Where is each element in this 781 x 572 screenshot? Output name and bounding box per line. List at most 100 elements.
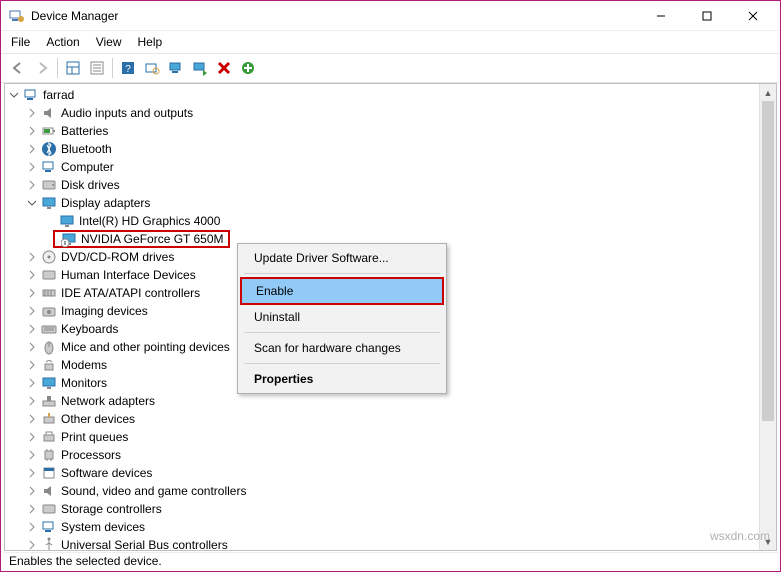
context-update-driver[interactable]: Update Driver Software... [240, 246, 444, 270]
menu-action[interactable]: Action [46, 35, 79, 49]
tree-label: Batteries [61, 122, 108, 140]
tree-label: Intel(R) HD Graphics 4000 [79, 212, 220, 230]
tree-item[interactable]: Universal Serial Bus controllers [7, 536, 776, 551]
forward-button[interactable] [31, 57, 53, 79]
minimize-button[interactable] [638, 1, 684, 31]
status-text: Enables the selected device. [9, 554, 162, 568]
titlebar: Device Manager [1, 1, 780, 31]
expand-icon[interactable] [25, 340, 39, 354]
update-driver-button[interactable] [165, 57, 187, 79]
expand-icon[interactable] [25, 124, 39, 138]
expand-icon[interactable] [25, 412, 39, 426]
tree-label: IDE ATA/ATAPI controllers [61, 284, 200, 302]
tree-label: Storage controllers [61, 500, 162, 518]
expand-icon[interactable] [25, 484, 39, 498]
mouse-icon [41, 339, 57, 355]
context-scan[interactable]: Scan for hardware changes [240, 336, 444, 360]
tree-item[interactable]: System devices [7, 518, 776, 536]
display-icon [41, 195, 57, 211]
uninstall-button[interactable] [213, 57, 235, 79]
scroll-thumb[interactable] [762, 101, 774, 421]
tree-item[interactable]: Network adapters [7, 392, 776, 410]
expand-icon[interactable] [25, 430, 39, 444]
tree-label: Other devices [61, 410, 135, 428]
expand-icon[interactable] [25, 448, 39, 462]
tree-item[interactable]: Storage controllers [7, 500, 776, 518]
tree-item[interactable]: Batteries [7, 122, 776, 140]
expand-icon[interactable] [25, 286, 39, 300]
tree-label: DVD/CD-ROM drives [61, 248, 174, 266]
expand-icon[interactable] [25, 160, 39, 174]
other-devices-icon [41, 411, 57, 427]
enable-device-button[interactable] [189, 57, 211, 79]
tree-item[interactable]: Disk drives [7, 176, 776, 194]
tree-item[interactable]: Software devices [7, 464, 776, 482]
tree-item[interactable]: Bluetooth [7, 140, 776, 158]
expand-icon[interactable] [25, 304, 39, 318]
expand-icon[interactable] [25, 502, 39, 516]
expand-icon[interactable] [25, 394, 39, 408]
expand-icon[interactable] [25, 322, 39, 336]
expand-icon[interactable] [25, 142, 39, 156]
sound-icon [41, 483, 57, 499]
monitor-icon [41, 375, 57, 391]
computer-icon [41, 159, 57, 175]
computer-icon [23, 87, 39, 103]
tree-item[interactable]: Print queues [7, 428, 776, 446]
menu-separator [244, 363, 440, 364]
menu-file[interactable]: File [11, 35, 30, 49]
close-button[interactable] [730, 1, 776, 31]
tree-item[interactable]: Processors [7, 446, 776, 464]
collapse-icon[interactable] [25, 196, 39, 210]
menu-help[interactable]: Help [138, 35, 163, 49]
context-properties[interactable]: Properties [240, 367, 444, 391]
properties-button[interactable] [86, 57, 108, 79]
battery-icon [41, 123, 57, 139]
window-title: Device Manager [31, 9, 638, 23]
expand-icon[interactable] [7, 88, 21, 102]
expand-icon[interactable] [25, 178, 39, 192]
tree-label: Monitors [61, 374, 107, 392]
tree-label: Keyboards [61, 320, 118, 338]
display-disabled-icon [61, 231, 77, 247]
back-button[interactable] [7, 57, 29, 79]
app-icon [9, 8, 25, 24]
tree-item[interactable]: Audio inputs and outputs [7, 104, 776, 122]
software-icon [41, 465, 57, 481]
menu-view[interactable]: View [96, 35, 122, 49]
tree-item[interactable]: Computer [7, 158, 776, 176]
tree-label: Sound, video and game controllers [61, 482, 246, 500]
toolbar: ? [1, 53, 780, 83]
expand-icon[interactable] [25, 538, 39, 551]
tree-item-display-adapters[interactable]: Display adapters [7, 194, 776, 212]
usb-icon [41, 537, 57, 551]
show-hide-tree-button[interactable] [62, 57, 84, 79]
selected-device: NVIDIA GeForce GT 650M [53, 230, 230, 248]
statusbar: Enables the selected device. [3, 552, 778, 569]
expand-icon[interactable] [25, 268, 39, 282]
expand-icon[interactable] [25, 520, 39, 534]
expand-icon[interactable] [25, 250, 39, 264]
context-enable[interactable]: Enable [242, 279, 442, 303]
tree-item[interactable]: Other devices [7, 410, 776, 428]
maximize-button[interactable] [684, 1, 730, 31]
expand-icon[interactable] [25, 466, 39, 480]
help-button[interactable]: ? [117, 57, 139, 79]
vertical-scrollbar[interactable]: ▲ ▼ [759, 84, 776, 550]
tree-item-intel-graphics[interactable]: Intel(R) HD Graphics 4000 [7, 212, 776, 230]
expand-icon[interactable] [25, 358, 39, 372]
tree-item[interactable]: Sound, video and game controllers [7, 482, 776, 500]
watermark: wsxdn.com [710, 529, 770, 543]
scan-hardware-button[interactable] [141, 57, 163, 79]
tree-root[interactable]: farrad [7, 86, 776, 104]
context-uninstall[interactable]: Uninstall [240, 305, 444, 329]
expand-icon[interactable] [25, 376, 39, 390]
tree-label: Disk drives [61, 176, 120, 194]
tree-label: NVIDIA GeForce GT 650M [81, 230, 224, 248]
tree-label: Universal Serial Bus controllers [61, 536, 228, 551]
add-hardware-button[interactable] [237, 57, 259, 79]
menu-separator [244, 273, 440, 274]
expand-icon[interactable] [25, 106, 39, 120]
scroll-up-button[interactable]: ▲ [760, 84, 776, 101]
tree-label: Display adapters [61, 194, 150, 212]
